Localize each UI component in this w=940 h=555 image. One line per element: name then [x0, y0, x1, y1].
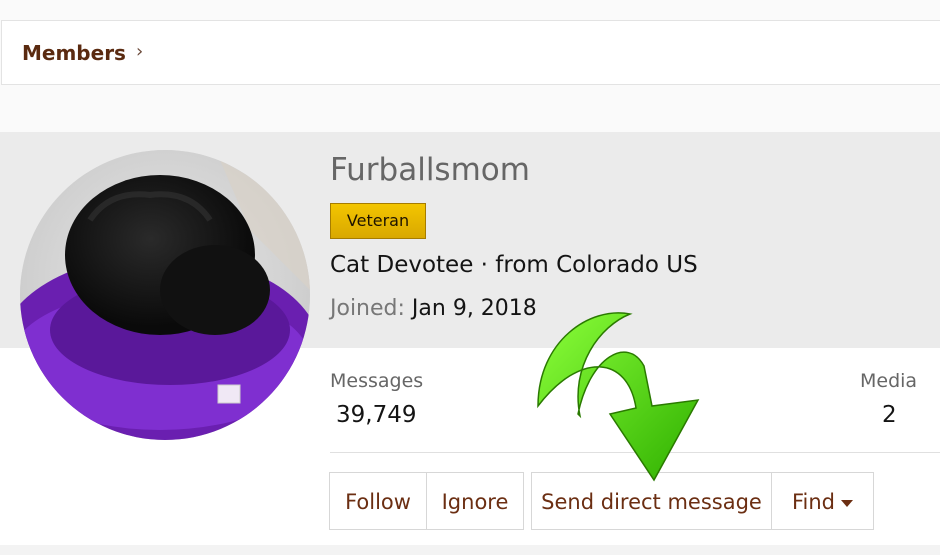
follow-button[interactable]: Follow — [329, 472, 427, 530]
breadcrumb-members-link[interactable]: Members — [22, 41, 126, 65]
messages-count[interactable]: 39,749 — [336, 402, 416, 428]
media-label: Media — [860, 370, 918, 392]
media-count[interactable]: 2 — [882, 402, 897, 428]
avatar[interactable] — [20, 150, 310, 440]
ignore-button[interactable]: Ignore — [426, 472, 524, 530]
joined-date: Joined: Jan 9, 2018 — [330, 296, 537, 321]
divider — [330, 452, 940, 453]
avatar-image — [20, 150, 310, 440]
bottom-strip — [0, 545, 940, 555]
messages-label: Messages — [330, 370, 424, 392]
find-label: Find — [791, 490, 836, 514]
user-title-badge: Veteran — [330, 203, 426, 239]
caret-down-icon — [841, 499, 854, 507]
joined-value: Jan 9, 2018 — [411, 296, 537, 321]
send-direct-message-button[interactable]: Send direct message — [531, 472, 772, 530]
find-menu-button[interactable]: Find — [771, 472, 874, 530]
user-blurb: Cat Devotee · from Colorado US — [330, 252, 698, 278]
top-gap — [0, 0, 940, 20]
spacer — [0, 86, 940, 132]
breadcrumb: Members › — [1, 20, 940, 85]
chevron-right-icon: › — [136, 41, 144, 62]
username: Furballsmom — [330, 152, 530, 188]
member-profile-card: Furballsmom Veteran Cat Devotee · from C… — [0, 132, 940, 552]
joined-label: Joined: — [330, 296, 405, 321]
